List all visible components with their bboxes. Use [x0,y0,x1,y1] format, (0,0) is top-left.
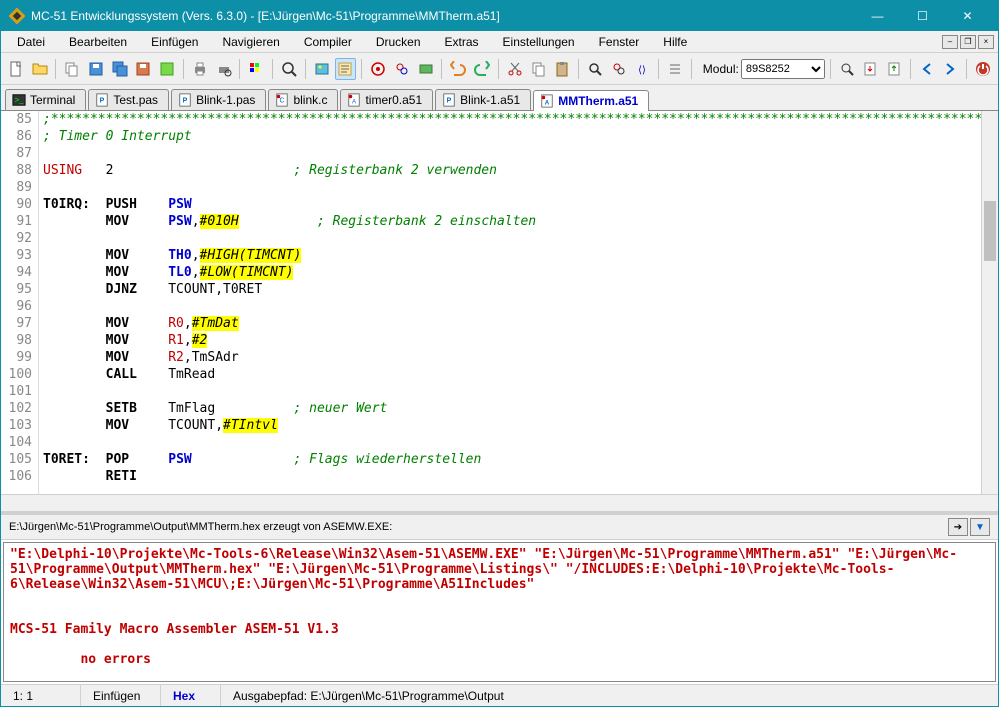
view-image-button[interactable] [311,58,333,80]
maximize-button[interactable]: ☐ [900,1,945,31]
build-button[interactable] [391,58,413,80]
close-button[interactable]: ✕ [945,1,990,31]
new-file-button[interactable] [5,58,27,80]
view-text-button[interactable] [335,58,357,80]
pas-icon: P [442,93,456,107]
save-all-button[interactable] [109,58,131,80]
statusbar: 1: 1 Einfügen Hex Ausgabepfad: E:\Jürgen… [1,684,998,706]
find-button[interactable] [584,58,606,80]
scrollbar-thumb[interactable] [984,201,996,261]
pas-icon: P [95,93,109,107]
mdi-minimize-button[interactable]: – [942,35,958,49]
a51-icon: A [347,93,361,107]
tab-timer0-a51[interactable]: Atimer0.a51 [340,89,433,110]
undo-button[interactable] [447,58,469,80]
svg-text:⟨⟩: ⟨⟩ [638,65,646,76]
menu-datei[interactable]: Datei [5,33,57,51]
copy-clipboard-button[interactable] [528,58,550,80]
upload-button[interactable] [883,58,905,80]
toolbar: ⟨⟩ Modul: 89S8252 [1,53,998,85]
tab-terminal[interactable]: >_Terminal [5,89,86,110]
status-format[interactable]: Hex [161,685,221,706]
modul-label: Modul: [703,62,739,76]
window-title: MC-51 Entwicklungssystem (Vers. 6.3.0) -… [31,9,855,23]
cut-button[interactable] [504,58,526,80]
mdi-restore-button[interactable]: ❐ [960,35,976,49]
open-file-button[interactable] [29,58,51,80]
print-preview-button[interactable] [213,58,235,80]
svg-text:P: P [183,98,188,105]
tab-blink-c[interactable]: Cblink.c [268,89,338,110]
replace-button[interactable] [608,58,630,80]
status-output-path: Ausgabepfad: E:\Jürgen\Mc-51\Programme\O… [221,685,998,706]
save-as-button[interactable] [133,58,155,80]
tab-test-pas[interactable]: PTest.pas [88,89,169,110]
redo-button[interactable] [471,58,493,80]
download-button[interactable] [859,58,881,80]
minimize-button[interactable]: — [855,1,900,31]
power-button[interactable] [972,58,994,80]
output-collapse-button[interactable]: ▼ [970,518,990,536]
svg-text:A: A [545,100,550,107]
color-picker-button[interactable] [245,58,267,80]
titlebar[interactable]: MC-51 Entwicklungssystem (Vers. 6.3.0) -… [1,1,998,31]
menu-navigieren[interactable]: Navigieren [210,33,291,51]
print-button[interactable] [189,58,211,80]
app-window: MC-51 Entwicklungssystem (Vers. 6.3.0) -… [0,0,999,707]
pas-icon: P [178,93,192,107]
modul-select[interactable]: 89S8252 [741,59,825,79]
output-header: E:\Jürgen\Mc-51\Programme\Output\MMTherm… [1,515,998,540]
save-button[interactable] [85,58,107,80]
next-button[interactable] [940,58,962,80]
a51-icon: A [540,94,554,108]
c-icon: C [275,93,289,107]
output-pane[interactable]: "E:\Delphi-10\Projekte\Mc-Tools-6\Releas… [3,542,996,682]
horizontal-scrollbar[interactable] [1,494,998,511]
terminal-icon: >_ [12,93,26,107]
compile-button[interactable] [367,58,389,80]
mdi-window-buttons: – ❐ × [942,35,994,49]
run-button[interactable] [415,58,437,80]
menu-drucken[interactable]: Drucken [364,33,433,51]
tabbar: >_TerminalPTest.pasPBlink-1.pasCblink.cA… [1,85,998,111]
svg-text:P: P [100,98,105,105]
menu-compiler[interactable]: Compiler [292,33,364,51]
menu-einstellungen[interactable]: Einstellungen [491,33,587,51]
menu-einfügen[interactable]: Einfügen [139,33,210,51]
tab-mmtherm-a51[interactable]: AMMTherm.a51 [533,90,649,111]
output-header-text: E:\Jürgen\Mc-51\Programme\Output\MMTherm… [9,521,392,533]
menu-hilfe[interactable]: Hilfe [651,33,699,51]
code-view[interactable]: ;***************************************… [39,111,981,494]
mdi-close-button[interactable]: × [978,35,994,49]
status-mode: Einfügen [81,685,161,706]
status-position: 1: 1 [1,685,81,706]
export-button[interactable] [156,58,178,80]
menubar: DateiBearbeitenEinfügenNavigierenCompile… [1,31,998,53]
prev-button[interactable] [916,58,938,80]
menu-bearbeiten[interactable]: Bearbeiten [57,33,139,51]
tab-blink-1-a51[interactable]: PBlink-1.a51 [435,89,531,110]
goto-button[interactable]: ⟨⟩ [631,58,653,80]
app-icon [9,8,25,24]
list-button[interactable] [664,58,686,80]
paste-button[interactable] [551,58,573,80]
search-modul-button[interactable] [836,58,858,80]
copy-button[interactable] [61,58,83,80]
tab-blink-1-pas[interactable]: PBlink-1.pas [171,89,266,110]
editor-area: 8586878889909192939495969798991001011021… [1,111,998,494]
svg-text:>_: >_ [15,96,25,105]
zoom-button[interactable] [278,58,300,80]
vertical-scrollbar[interactable] [981,111,998,494]
line-gutter: 8586878889909192939495969798991001011021… [1,111,39,494]
svg-text:C: C [280,98,285,105]
menu-fenster[interactable]: Fenster [587,33,652,51]
menu-extras[interactable]: Extras [433,33,491,51]
svg-text:P: P [447,98,452,105]
output-next-button[interactable]: ➔ [948,518,968,536]
